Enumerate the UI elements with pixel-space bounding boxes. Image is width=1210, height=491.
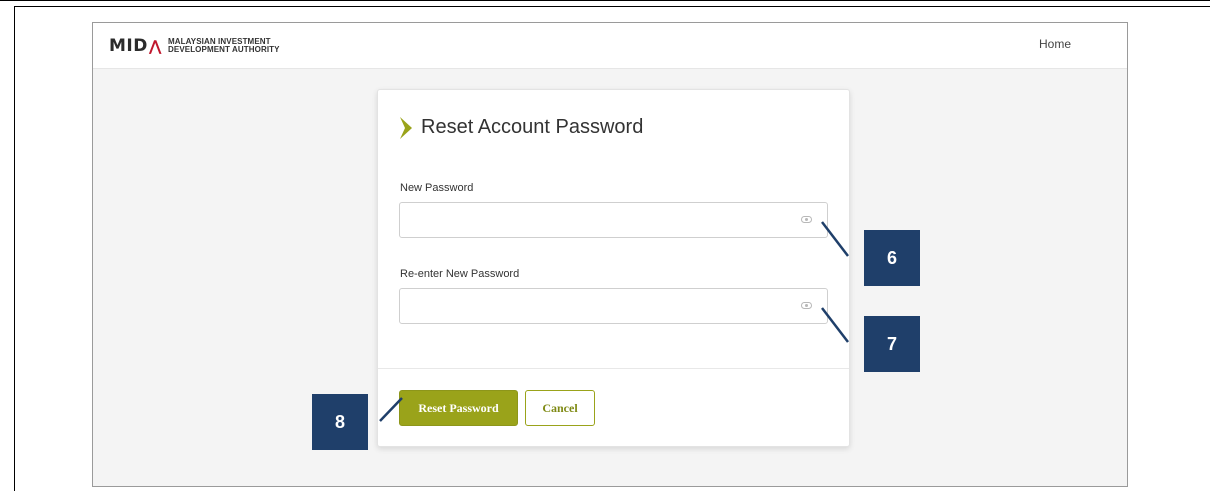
- document-top-rule: [0, 0, 1210, 1]
- top-navbar: MID ⋀ MALAYSIAN INVESTMENT DEVELOPMENT AU…: [93, 23, 1127, 69]
- document-frame-top: [14, 6, 1210, 7]
- logo-mark-text: MID: [109, 36, 148, 56]
- new-password-input[interactable]: [400, 203, 810, 237]
- logo-a-icon: ⋀: [148, 37, 163, 55]
- screenshot-frame: MID ⋀ MALAYSIAN INVESTMENT DEVELOPMENT AU…: [92, 22, 1128, 487]
- callout-6: 6: [864, 230, 920, 286]
- chevron-right-icon: [400, 116, 412, 139]
- logo-line-2: DEVELOPMENT AUTHORITY: [168, 45, 280, 54]
- card-footer-divider: [378, 368, 849, 369]
- new-password-label: New Password: [400, 182, 474, 194]
- reenter-password-label: Re-enter New Password: [400, 268, 520, 280]
- page-title: Reset Account Password: [421, 116, 644, 138]
- cancel-button[interactable]: Cancel: [525, 390, 595, 426]
- document-frame-left: [14, 6, 15, 491]
- nav-home-link[interactable]: Home: [1039, 37, 1071, 51]
- eye-icon[interactable]: [801, 216, 812, 223]
- reset-password-button[interactable]: Reset Password: [399, 390, 518, 426]
- logo-wordmark: MALAYSIAN INVESTMENT DEVELOPMENT AUTHORI…: [168, 38, 280, 54]
- reenter-password-field-wrapper: [399, 288, 828, 324]
- reset-password-card: Reset Account Password New Password Re-e…: [377, 89, 850, 447]
- reenter-password-input[interactable]: [400, 289, 810, 323]
- callout-8: 8: [312, 394, 368, 450]
- card-title: Reset Account Password: [400, 116, 643, 139]
- mida-logo[interactable]: MID ⋀ MALAYSIAN INVESTMENT DEVELOPMENT AU…: [109, 36, 280, 56]
- logo-mark: MID ⋀: [109, 36, 162, 56]
- callout-7: 7: [864, 316, 920, 372]
- new-password-field-wrapper: [399, 202, 828, 238]
- eye-icon[interactable]: [801, 302, 812, 309]
